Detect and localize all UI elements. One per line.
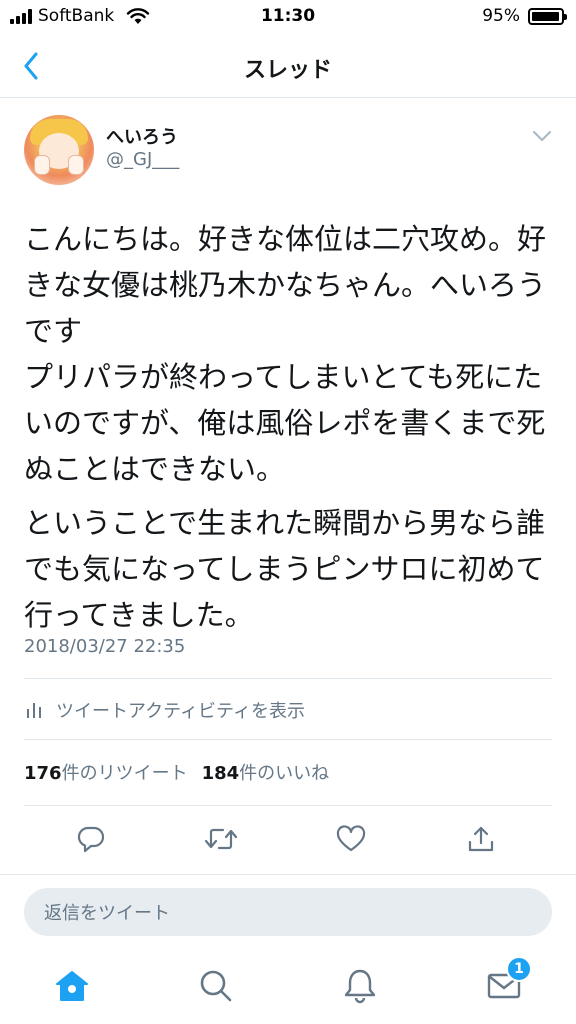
tab-home[interactable] [52, 966, 92, 1006]
battery-percent: 95% [482, 6, 520, 26]
tweet-timestamp: 2018/03/27 22:35 [24, 636, 186, 657]
search-icon [200, 970, 232, 1002]
like-stat[interactable]: 184件のいいね [202, 759, 330, 785]
tab-bar: 1 [0, 950, 576, 1024]
messages-badge: 1 [506, 956, 532, 982]
share-icon [468, 826, 494, 852]
retweet-stat[interactable]: 176件のリツイート [24, 759, 188, 785]
reply-placeholder: 返信をツイート [44, 903, 170, 924]
avatar[interactable] [24, 115, 94, 185]
author-display-name[interactable]: へいろう [106, 123, 178, 149]
divider [24, 678, 552, 679]
like-button[interactable] [334, 822, 368, 856]
tab-notifications[interactable] [340, 966, 380, 1006]
chevron-down-icon[interactable] [532, 129, 552, 143]
tab-search[interactable] [196, 966, 236, 1006]
reply-button[interactable] [74, 822, 108, 856]
retweet-icon [204, 828, 238, 850]
divider [0, 874, 576, 875]
tweet-paragraph: こんにちは。好きな体位は二穴攻め。好きな女優は桃乃木かなちゃん。へいろうです プ… [24, 222, 547, 486]
tweet-stats: 176件のリツイート 184件のいいね [24, 759, 329, 785]
nav-header: スレッド [0, 36, 576, 98]
battery-icon [528, 7, 567, 25]
avatar-hand-right [68, 155, 84, 175]
retweet-count: 176 [24, 763, 62, 784]
tweet-author: へいろう @_GJ___ [24, 115, 554, 187]
tab-messages[interactable]: 1 [484, 956, 532, 1006]
page-title: スレッド [243, 58, 332, 83]
tweet-actions [0, 816, 576, 862]
status-right: 95% [482, 6, 567, 26]
reply-icon [77, 826, 105, 853]
divider [24, 805, 552, 806]
retweet-label: 件のリツイート [61, 763, 188, 784]
share-button[interactable] [464, 822, 498, 856]
avatar-hand-left [34, 155, 50, 175]
tweet-text: こんにちは。好きな体位は二穴攻め。好きな女優は桃乃木かなちゃん。へいろうです プ… [24, 216, 554, 646]
like-count: 184 [201, 763, 240, 784]
retweet-button[interactable] [204, 822, 238, 856]
home-icon [56, 971, 88, 1001]
tweet-paragraph: ということで生まれた瞬間から男なら誰でも気になってしまうピンサロに初めて行ってき… [24, 506, 546, 632]
reply-input[interactable]: 返信をツイート [24, 888, 552, 936]
tweet-activity-link[interactable]: ツイートアクティビティを表示 [24, 690, 305, 730]
like-icon [336, 825, 366, 852]
notifications-icon [344, 969, 376, 1004]
tweet-activity-label: ツイートアクティビティを表示 [56, 701, 305, 722]
like-label: 件のいいね [239, 763, 330, 784]
divider [24, 739, 552, 740]
analytics-icon [27, 703, 41, 718]
status-bar: SoftBank 11:30 95% [0, 0, 576, 36]
author-handle[interactable]: @_GJ___ [106, 149, 179, 170]
battery-fill [532, 11, 559, 21]
